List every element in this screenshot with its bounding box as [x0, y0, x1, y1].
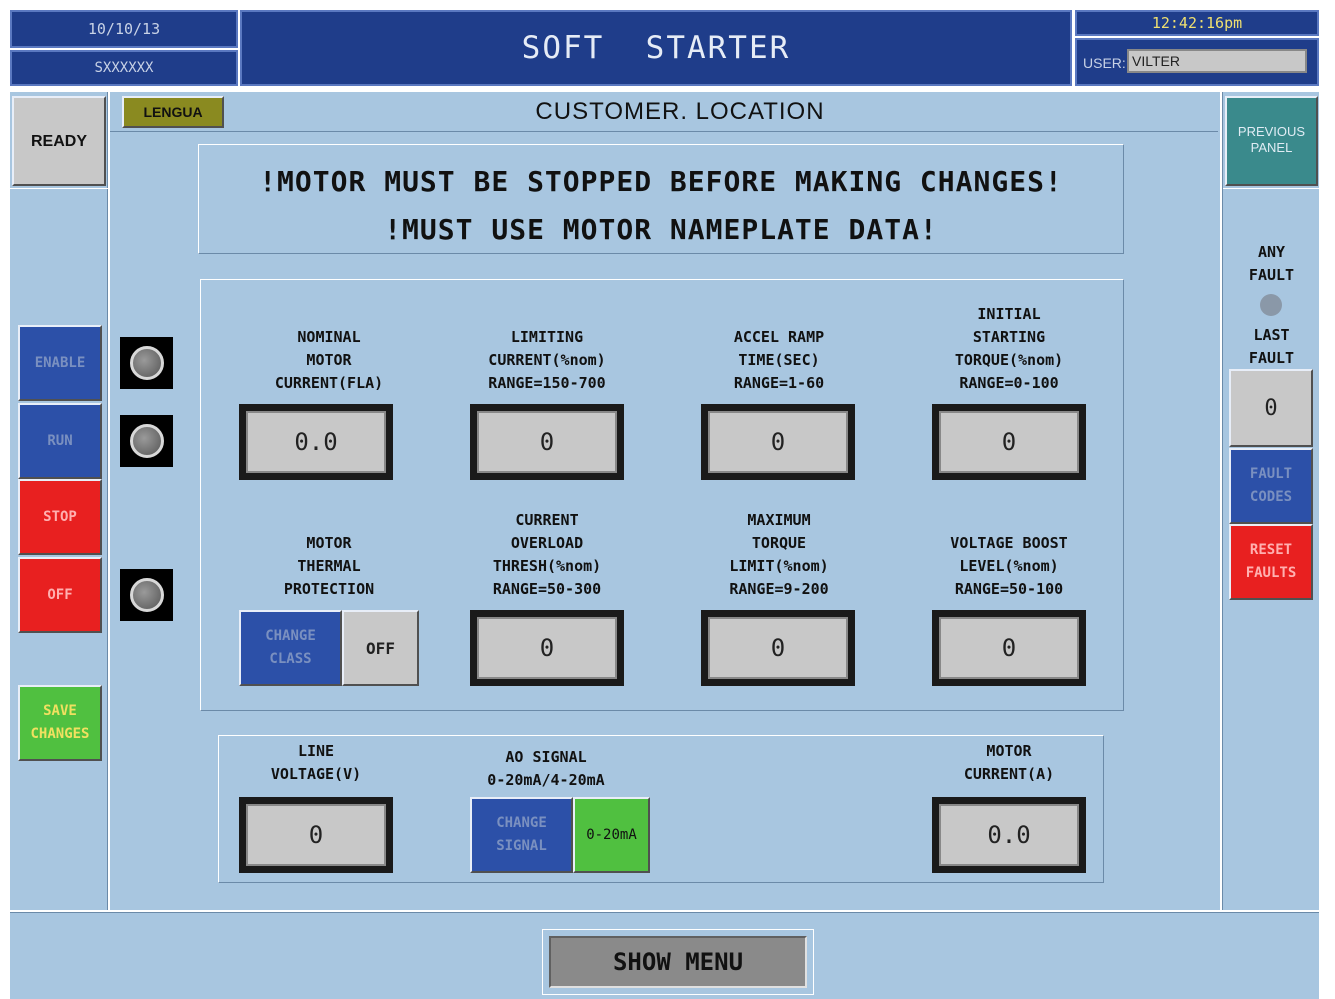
motor-current-label: MOTOR CURRENT(A): [963, 742, 1055, 783]
max-torque-label: MAXIMUM TORQUE LIMIT(%nom) RANGE=9-200: [729, 511, 829, 598]
last-fault-label: LAST FAULT: [1248, 326, 1295, 367]
change-signal-button[interactable]: CHANGE SIGNAL: [470, 797, 573, 873]
left-nav-divider: [10, 188, 108, 189]
off-button[interactable]: OFF: [18, 557, 102, 633]
nominal-current-field[interactable]: 0.0: [239, 404, 393, 480]
accel-ramp-field[interactable]: 0: [701, 404, 855, 480]
line-voltage-field: 0: [239, 797, 393, 873]
status-indicator: READY: [12, 96, 106, 186]
enable-indicator-lamp: [120, 337, 173, 389]
main-area: LENGUA CUSTOMER. LOCATION !MOTOR MUST BE…: [110, 92, 1220, 910]
max-torque-field[interactable]: 0: [701, 610, 855, 686]
thermal-protection-label: MOTOR THERMAL PROTECTION: [283, 534, 375, 598]
run-button[interactable]: RUN: [18, 403, 102, 479]
max-torque-value: 0: [708, 617, 848, 679]
lamp-icon: [129, 346, 164, 380]
run-indicator-lamp: [120, 415, 173, 467]
overload-thresh-label: CURRENT OVERLOAD THRESH(%nom) RANGE=50-3…: [492, 511, 602, 598]
right-nav: PREVIOUS PANEL ANY FAULT LAST FAULT 0 FA…: [1222, 92, 1320, 910]
serial-display: SXXXXXX: [10, 50, 238, 86]
date-display: 10/10/13: [10, 10, 238, 48]
show-menu-button[interactable]: SHOW MENU: [549, 936, 807, 988]
voltage-boost-field[interactable]: 0: [932, 610, 1086, 686]
serial-text: SXXXXXX: [94, 60, 154, 76]
off-indicator-lamp: [120, 569, 173, 621]
parameters-panel: NOMINAL MOTOR CURRENT(FLA) 0.0 LIMITING …: [200, 279, 1124, 711]
ao-signal-value: 0-20mA: [573, 797, 650, 873]
date-text: 10/10/13: [87, 20, 161, 38]
time-text: 12:42:16pm: [1151, 14, 1243, 32]
any-fault-indicator: [1260, 294, 1282, 316]
language-button[interactable]: LENGUA: [122, 96, 224, 128]
lamp-icon: [129, 578, 164, 612]
thermal-protection-value: OFF: [342, 610, 419, 686]
overload-thresh-field[interactable]: 0: [470, 610, 624, 686]
limiting-current-field[interactable]: 0: [470, 404, 624, 480]
previous-panel-button[interactable]: PREVIOUS PANEL: [1225, 96, 1318, 186]
last-fault-value: 0: [1229, 369, 1313, 447]
warning-line-1: !MOTOR MUST BE STOPPED BEFORE MAKING CHA…: [259, 164, 1063, 198]
user-field[interactable]: VILTER: [1127, 49, 1307, 73]
warning-panel: !MOTOR MUST BE STOPPED BEFORE MAKING CHA…: [198, 144, 1124, 254]
header-bar: 10/10/13 SXXXXXX SOFT STARTER 12:42:16pm…: [0, 0, 1335, 90]
readings-panel: LINE VOLTAGE(V) 0 AO SIGNAL 0-20mA/4-20m…: [218, 735, 1104, 883]
limiting-current-label: LIMITING CURRENT(%nom) RANGE=150-700: [488, 328, 606, 392]
ao-signal-label: AO SIGNAL 0-20mA/4-20mA: [487, 748, 605, 789]
accel-ramp-value: 0: [708, 411, 848, 473]
initial-torque-field[interactable]: 0: [932, 404, 1086, 480]
time-display: 12:42:16pm: [1075, 10, 1319, 36]
motor-current-field: 0.0: [932, 797, 1086, 873]
voltage-boost-value: 0: [939, 617, 1079, 679]
nominal-current-value: 0.0: [246, 411, 386, 473]
enable-button[interactable]: ENABLE: [18, 325, 102, 401]
overload-thresh-value: 0: [477, 617, 617, 679]
warning-line-2: !MUST USE MOTOR NAMEPLATE DATA!: [384, 212, 938, 246]
lamp-icon: [129, 424, 164, 458]
initial-torque-value: 0: [939, 411, 1079, 473]
line-voltage-value: 0: [246, 804, 386, 866]
stop-button[interactable]: STOP: [18, 479, 102, 555]
footer-bar: SHOW MENU: [10, 912, 1319, 999]
right-nav-divider: [1223, 188, 1320, 189]
voltage-boost-label: VOLTAGE BOOST LEVEL(%nom) RANGE=50-100: [950, 534, 1068, 598]
initial-torque-label: INITIAL STARTING TORQUE(%nom) RANGE=0-10…: [954, 305, 1064, 392]
limiting-current-value: 0: [477, 411, 617, 473]
line-voltage-label: LINE VOLTAGE(V): [270, 742, 362, 783]
title-bar: SOFT STARTER: [240, 10, 1072, 86]
reset-faults-button[interactable]: RESET FAULTS: [1229, 524, 1313, 600]
save-changes-button[interactable]: SAVE CHANGES: [18, 685, 102, 761]
fault-codes-button[interactable]: FAULT CODES: [1229, 448, 1313, 524]
page-title: SOFT STARTER: [521, 30, 791, 66]
any-fault-label: ANY FAULT: [1248, 243, 1295, 284]
left-nav: READY ENABLE RUN STOP OFF SAVE CHANGES: [10, 92, 108, 910]
nominal-current-label: NOMINAL MOTOR CURRENT(FLA): [274, 328, 384, 392]
location-title: CUSTOMER. LOCATION: [535, 98, 825, 125]
motor-current-value: 0.0: [939, 804, 1079, 866]
user-panel: USER: VILTER: [1075, 38, 1319, 86]
accel-ramp-label: ACCEL RAMP TIME(SEC) RANGE=1-60: [733, 328, 825, 392]
user-label: USER:: [1083, 55, 1126, 71]
show-menu-frame: SHOW MENU: [542, 929, 814, 995]
change-class-button[interactable]: CHANGE CLASS: [239, 610, 342, 686]
